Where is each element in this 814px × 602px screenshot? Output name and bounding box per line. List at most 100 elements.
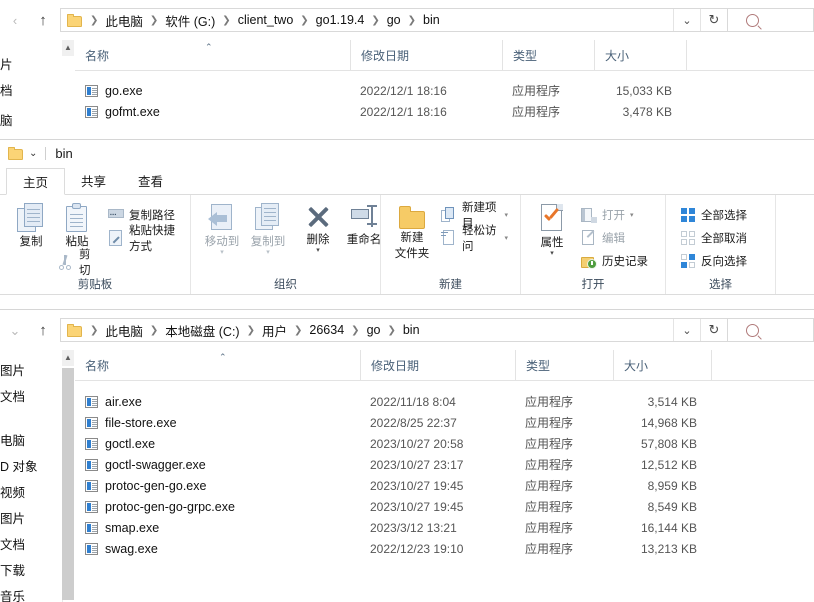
breadcrumb-item-2[interactable]: client_two bbox=[236, 13, 296, 27]
tab-view[interactable]: 查看 bbox=[122, 167, 179, 194]
up-icon[interactable]: ↑ bbox=[34, 321, 52, 339]
table-row[interactable]: air.exe 2022/11/18 8:04 应用程序 3,514 KB bbox=[75, 391, 814, 412]
new-folder-button[interactable]: 新建 文件夹 bbox=[389, 200, 435, 261]
back-icon[interactable]: ‹ bbox=[6, 11, 24, 29]
cell-name[interactable]: gofmt.exe bbox=[75, 105, 350, 119]
cell-name[interactable]: protoc-gen-go.exe bbox=[75, 479, 360, 493]
sidebar-item[interactable]: 片 bbox=[0, 50, 62, 76]
edit-button[interactable]: 编辑 bbox=[577, 227, 652, 248]
column-header-size[interactable]: 大小 bbox=[594, 40, 686, 70]
column-header-size[interactable]: 大小 bbox=[613, 350, 711, 380]
table-row[interactable]: file-store.exe 2022/8/25 22:37 应用程序 14,9… bbox=[75, 412, 814, 433]
sidebar-item[interactable]: 下载 bbox=[0, 556, 62, 582]
refresh-icon[interactable]: ↻ bbox=[700, 319, 727, 341]
easy-access-button[interactable]: 轻松访问 ▾ bbox=[437, 225, 512, 253]
bottom-sidebar-scrollbar[interactable]: ▲ bbox=[62, 350, 74, 600]
chevron-down-icon[interactable]: ⌄ bbox=[673, 9, 700, 31]
breadcrumb-item-0[interactable]: 此电脑 bbox=[103, 321, 145, 340]
breadcrumb[interactable]: ❯ 此电脑 ❯ 软件 (G:) ❯ client_two ❯ go1.19.4 … bbox=[61, 11, 673, 30]
chevron-up-icon[interactable]: ▲ bbox=[62, 350, 74, 366]
paste-button[interactable]: 粘贴 bbox=[54, 200, 100, 249]
table-row[interactable]: gofmt.exe 2022/12/1 18:16 应用程序 3,478 KB bbox=[75, 101, 814, 122]
refresh-icon[interactable]: ↻ bbox=[700, 9, 727, 31]
table-row[interactable]: goctl.exe 2023/10/27 20:58 应用程序 57,808 K… bbox=[75, 433, 814, 454]
quick-access-caret-icon[interactable]: ⌄ bbox=[29, 148, 37, 159]
copy-button[interactable]: 复制 bbox=[8, 200, 54, 249]
breadcrumb-item-1[interactable]: 本地磁盘 (C:) bbox=[163, 321, 241, 340]
breadcrumb-item-4[interactable]: go bbox=[365, 323, 383, 337]
breadcrumb-item-5[interactable]: bin bbox=[401, 323, 422, 337]
invert-selection-button[interactable]: 反向选择 bbox=[676, 250, 751, 271]
back-icon[interactable]: ⌄ bbox=[6, 321, 24, 339]
sidebar-item[interactable]: 音乐 bbox=[0, 582, 62, 602]
column-header-type[interactable]: 类型 bbox=[502, 40, 594, 70]
column-header-name[interactable]: 名称 ⌃ bbox=[75, 350, 360, 380]
cell-name[interactable]: swag.exe bbox=[75, 542, 360, 556]
column-header-extra[interactable] bbox=[711, 350, 814, 380]
breadcrumb-item-4[interactable]: go bbox=[385, 13, 403, 27]
breadcrumb-item-5[interactable]: bin bbox=[421, 13, 442, 27]
tab-share[interactable]: 共享 bbox=[65, 167, 122, 194]
properties-button[interactable]: 属性 ▾ bbox=[529, 200, 575, 257]
column-header-extra[interactable] bbox=[686, 40, 806, 70]
chevron-down-icon[interactable]: ▾ bbox=[630, 211, 634, 219]
select-all-button[interactable]: 全部选择 bbox=[676, 204, 751, 225]
sidebar-item[interactable]: 图片 bbox=[0, 356, 62, 382]
up-icon[interactable]: ↑ bbox=[34, 11, 52, 29]
paste-shortcut-button[interactable]: 粘贴快捷方式 bbox=[104, 225, 182, 253]
sidebar-item[interactable]: 文档 bbox=[0, 530, 62, 556]
top-search-input[interactable] bbox=[728, 8, 814, 32]
sidebar-item[interactable]: 图片 bbox=[0, 504, 62, 530]
cut-button[interactable]: 剪切 bbox=[54, 249, 100, 277]
sidebar-item[interactable]: 档 bbox=[0, 76, 62, 102]
cell-name[interactable]: goctl.exe bbox=[75, 437, 360, 451]
cell-name[interactable]: go.exe bbox=[75, 84, 350, 98]
chevron-down-icon[interactable]: ▾ bbox=[504, 211, 508, 219]
chevron-down-icon[interactable]: ▾ bbox=[550, 250, 554, 257]
breadcrumb-item-3[interactable]: go1.19.4 bbox=[314, 13, 367, 27]
table-row[interactable]: go.exe 2022/12/1 18:16 应用程序 15,033 KB bbox=[75, 80, 814, 101]
chevron-down-icon[interactable]: ▾ bbox=[266, 249, 270, 256]
cell-name[interactable]: smap.exe bbox=[75, 521, 360, 535]
top-sidebar-scrollbar[interactable]: ▲ bbox=[62, 40, 74, 140]
chevron-down-icon[interactable]: ▾ bbox=[504, 234, 508, 242]
table-row[interactable]: protoc-gen-go-grpc.exe 2023/10/27 19:45 … bbox=[75, 496, 814, 517]
bottom-breadcrumb-bar[interactable]: ❯ 此电脑 ❯ 本地磁盘 (C:) ❯ 用户 ❯ 26634 ❯ go ❯ bi… bbox=[60, 318, 728, 342]
table-row[interactable]: smap.exe 2023/3/12 13:21 应用程序 16,144 KB bbox=[75, 517, 814, 538]
breadcrumb[interactable]: ❯ 此电脑 ❯ 本地磁盘 (C:) ❯ 用户 ❯ 26634 ❯ go ❯ bi… bbox=[61, 321, 673, 340]
open-button[interactable]: 打开 ▾ bbox=[577, 204, 652, 225]
select-none-button[interactable]: 全部取消 bbox=[676, 227, 751, 248]
move-to-button[interactable]: 移动到 ▾ bbox=[199, 200, 245, 256]
top-breadcrumb-bar[interactable]: ❯ 此电脑 ❯ 软件 (G:) ❯ client_two ❯ go1.19.4 … bbox=[60, 8, 728, 32]
sidebar-item[interactable]: 电脑 bbox=[0, 426, 62, 452]
tab-home[interactable]: 主页 bbox=[6, 168, 66, 195]
chevron-up-icon[interactable]: ▲ bbox=[62, 40, 74, 56]
sidebar-item[interactable]: 文档 bbox=[0, 382, 62, 408]
chevron-down-icon[interactable]: ▾ bbox=[316, 247, 320, 254]
chevron-down-icon[interactable]: ▾ bbox=[220, 249, 224, 256]
breadcrumb-item-0[interactable]: 此电脑 bbox=[103, 11, 145, 30]
cell-name[interactable]: protoc-gen-go-grpc.exe bbox=[75, 500, 360, 514]
copy-to-button[interactable]: 复制到 ▾ bbox=[245, 200, 291, 256]
breadcrumb-item-3[interactable]: 26634 bbox=[307, 323, 346, 337]
delete-button[interactable]: 删除 ▾ bbox=[295, 200, 341, 254]
chevron-down-icon[interactable]: ⌄ bbox=[673, 319, 700, 341]
column-header-name[interactable]: 名称 ⌃ bbox=[75, 40, 350, 70]
column-header-date[interactable]: 修改日期 bbox=[360, 350, 515, 380]
column-header-type[interactable]: 类型 bbox=[515, 350, 613, 380]
cell-name[interactable]: air.exe bbox=[75, 395, 360, 409]
breadcrumb-item-2[interactable]: 用户 bbox=[260, 321, 289, 340]
sidebar-item[interactable]: 视频 bbox=[0, 478, 62, 504]
sidebar-item[interactable]: 脑 bbox=[0, 106, 62, 132]
bottom-search-input[interactable] bbox=[728, 318, 814, 342]
column-header-date[interactable]: 修改日期 bbox=[350, 40, 502, 70]
history-button[interactable]: 历史记录 bbox=[577, 250, 652, 271]
table-row[interactable]: goctl-swagger.exe 2023/10/27 23:17 应用程序 … bbox=[75, 454, 814, 475]
cell-name[interactable]: file-store.exe bbox=[75, 416, 360, 430]
sidebar-item[interactable]: D 对象 bbox=[0, 452, 62, 478]
table-row[interactable]: swag.exe 2022/12/23 19:10 应用程序 13,213 KB bbox=[75, 538, 814, 559]
cell-name[interactable]: goctl-swagger.exe bbox=[75, 458, 360, 472]
scrollbar-thumb[interactable] bbox=[62, 368, 74, 600]
table-row[interactable]: protoc-gen-go.exe 2023/10/27 19:45 应用程序 … bbox=[75, 475, 814, 496]
breadcrumb-item-1[interactable]: 软件 (G:) bbox=[163, 11, 217, 30]
